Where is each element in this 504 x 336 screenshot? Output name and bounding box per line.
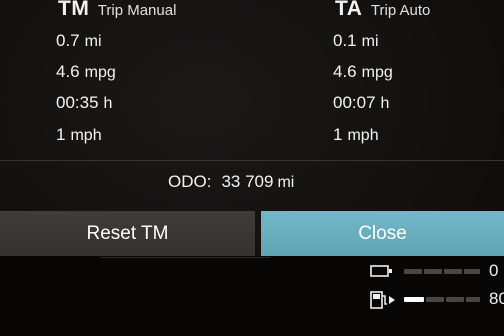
trip-manual-name: Trip Manual [97,2,177,19]
fuel-bar-segment [426,297,444,302]
trip-auto-header: TA Trip Auto [335,0,430,21]
odometer-value: 33 709 [221,172,274,191]
trip-manual-distance: 0.7 mi [56,31,102,51]
trip-computer-screen: TM Trip Manual 0.7 mi 4.6 mpg 00:35 h 1 mph … [0,0,504,336]
speed-value: 1 [333,125,343,144]
fuel-bar-fill [404,297,424,302]
battery-gauge: 0 [369,261,504,283]
reset-tm-button[interactable]: Reset TM [0,211,255,256]
distance-unit: mi [84,33,102,50]
trip-manual-header: TM Trip Manual [58,0,176,21]
distance-unit: mi [361,33,379,50]
consumption-unit: mpg [84,64,116,81]
speed-unit: mph [70,127,102,144]
trip-auto-time: 00:07 h [333,93,389,113]
battery-value: 0 [489,261,499,280]
odometer-label: ODO: [168,172,212,191]
speed-value: 1 [56,125,66,144]
time-unit: h [380,95,390,112]
close-button[interactable]: Close [261,211,504,256]
bezel-line [100,257,270,258]
battery-bar-segment [464,269,480,274]
fuel-bar-segment [466,297,480,302]
trip-manual-abbr: TM [58,0,90,20]
fuel-gauge: 80 [369,289,504,311]
consumption-value: 4.6 [333,62,357,81]
time-value: 00:35 [56,93,99,112]
fuel-value: 80 [489,289,504,308]
time-unit: h [103,95,113,112]
battery-bar-segment [444,269,462,274]
fuel-pump-icon [369,289,399,316]
distance-value: 0.7 [56,31,80,50]
trip-auto-speed: 1 mph [333,125,379,145]
time-value: 00:07 [333,93,376,112]
consumption-unit: mpg [361,64,393,81]
speed-unit: mph [347,127,379,144]
section-divider [0,160,504,161]
battery-bar-segment [424,269,442,274]
fuel-bar-segment [446,297,464,302]
trip-manual-time: 00:35 h [56,93,112,113]
trip-auto-distance: 0.1 mi [333,31,379,51]
trip-manual-consumption: 4.6 mpg [56,62,116,82]
battery-icon [369,261,395,286]
odometer-unit: mi [277,174,295,191]
odometer: ODO: 33 709 mi [168,172,294,192]
consumption-value: 4.6 [56,62,80,81]
battery-bar-segment [404,269,422,274]
distance-value: 0.1 [333,31,357,50]
trip-auto-name: Trip Auto [370,2,431,19]
trip-auto-consumption: 4.6 mpg [333,62,393,82]
trip-auto-abbr: TA [335,0,363,20]
trip-manual-speed: 1 mph [56,125,102,145]
